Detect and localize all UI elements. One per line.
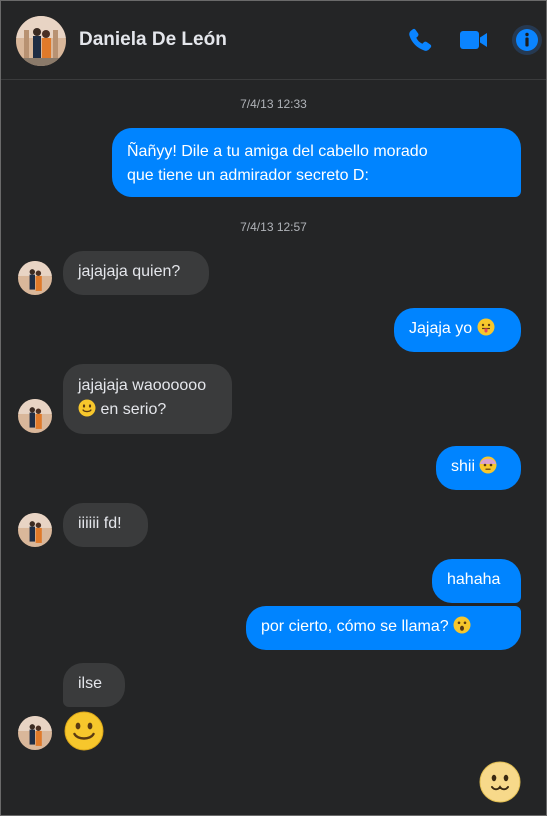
- blushing-dizzy-emoji: [479, 456, 497, 474]
- outgoing-message[interactable]: hahaha: [432, 559, 521, 603]
- contact-avatar-small[interactable]: [18, 513, 52, 547]
- smile-emoji: [78, 399, 96, 417]
- timestamp: 7/4/13 12:33: [240, 97, 307, 111]
- outgoing-message[interactable]: shii: [436, 446, 521, 490]
- message-text-line: jajajaja waoooooo: [78, 377, 207, 394]
- chat-header: Daniela De León: [1, 1, 546, 80]
- contact-avatar-small[interactable]: [18, 716, 52, 750]
- video-camera-icon[interactable]: [456, 22, 492, 58]
- outgoing-message[interactable]: Ñañyy! Dile a tu amiga del cabello morad…: [112, 128, 521, 197]
- incoming-message[interactable]: iiiiii fd!: [63, 503, 148, 547]
- message-text: ilse: [78, 675, 103, 692]
- message-text-line: en serio?: [100, 401, 167, 418]
- incoming-message[interactable]: jajajaja quien?: [63, 251, 209, 295]
- message-text-line: Ñañyy! Dile a tu amiga del cabello morad…: [127, 143, 428, 160]
- tongue-out-emoji: [477, 318, 495, 336]
- message-text: shii: [451, 458, 476, 475]
- contact-avatar[interactable]: [16, 16, 66, 66]
- outgoing-message[interactable]: Jajaja yo: [394, 308, 521, 352]
- message-text: hahaha: [447, 571, 501, 588]
- big-pursed-smile-emoji[interactable]: [479, 761, 521, 803]
- message-text-line: que tiene un admirador secreto D:: [127, 167, 369, 184]
- contact-avatar-small[interactable]: [18, 399, 52, 433]
- incoming-message[interactable]: ilse: [63, 663, 125, 707]
- incoming-message[interactable]: jajajaja waoooooo en serio?: [63, 364, 232, 434]
- contact-name[interactable]: Daniela De León: [79, 29, 227, 51]
- big-smile-emoji[interactable]: [64, 711, 104, 751]
- timestamp: 7/4/13 12:57: [240, 220, 307, 234]
- outgoing-message[interactable]: por cierto, cómo se llama?: [246, 606, 521, 650]
- message-text: Jajaja yo: [409, 320, 473, 337]
- message-text: por cierto, cómo se llama?: [261, 618, 449, 635]
- surprised-emoji: [453, 616, 471, 634]
- message-text: iiiiii fd!: [78, 515, 122, 532]
- contact-avatar-small[interactable]: [18, 261, 52, 295]
- phone-icon[interactable]: [402, 22, 438, 58]
- chat-window: Daniela De León 7/4/13 12:33 Ñañyy! Dile…: [0, 0, 547, 816]
- message-text: jajajaja quien?: [78, 263, 181, 280]
- info-icon[interactable]: [509, 22, 545, 58]
